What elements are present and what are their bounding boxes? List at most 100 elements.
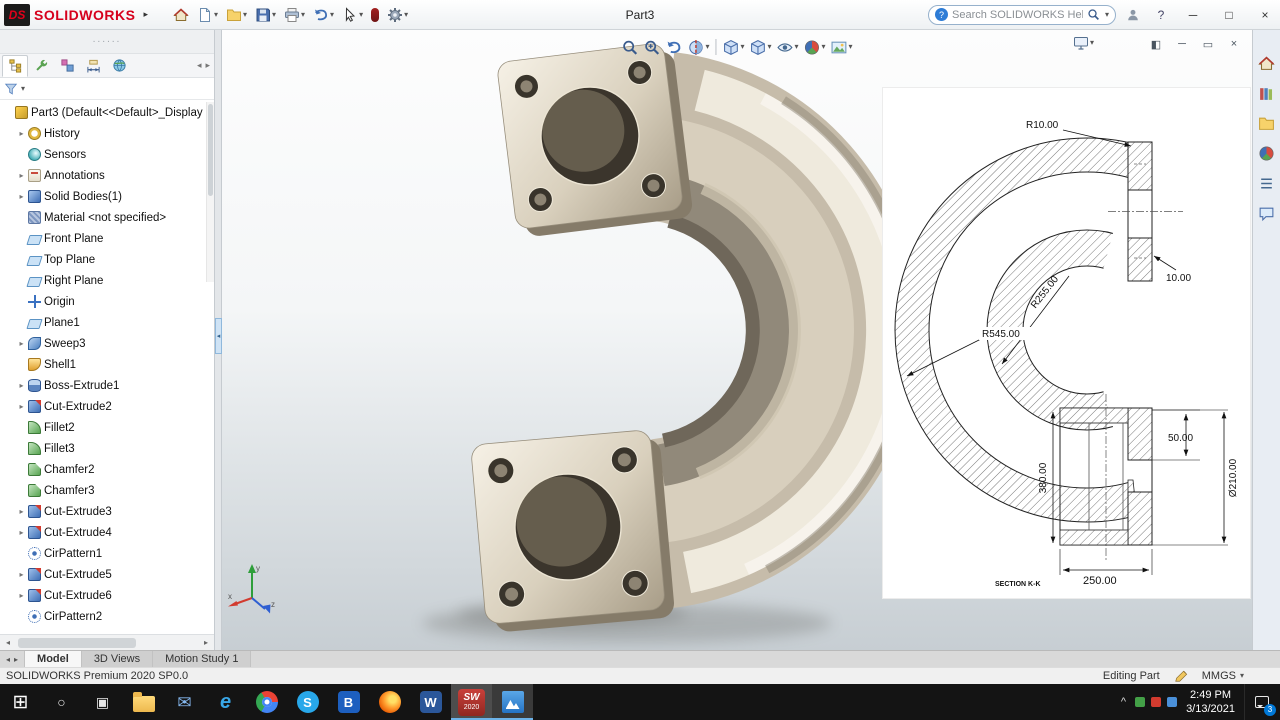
expand-arrow-icon[interactable]: ▸: [16, 591, 27, 600]
taskbar-item-start[interactable]: ⊞: [0, 684, 41, 720]
save-button[interactable]: ▾: [252, 3, 279, 27]
tree-item-history[interactable]: ▸ History: [0, 123, 214, 144]
taskbar-item-search[interactable]: ○: [41, 684, 82, 720]
macro-record-button[interactable]: [368, 3, 382, 27]
tabs-scroll-left-icon[interactable]: ◂: [6, 655, 10, 664]
antivirus-tray-icon[interactable]: [1135, 697, 1146, 707]
view-orientation-button[interactable]: ▾: [720, 35, 746, 59]
home-button[interactable]: [170, 3, 192, 27]
zoom-fit-button[interactable]: [619, 35, 640, 59]
tree-item-sweep3[interactable]: ▸ Sweep3: [0, 333, 214, 354]
custom-properties-button[interactable]: [1256, 172, 1278, 194]
graphics-area[interactable]: R10.00 10.00 R255.00 R545.00 50.00 380.0…: [222, 30, 1252, 650]
print-button[interactable]: ▾: [281, 3, 308, 27]
solidworks-logo[interactable]: DS SOLIDWORKS ▸: [4, 3, 148, 26]
taskbar-item-chrome[interactable]: [246, 684, 287, 720]
zoom-area-button[interactable]: [641, 35, 662, 59]
expand-arrow-icon[interactable]: ▸: [16, 402, 27, 411]
tree-filter-bar[interactable]: ▾: [0, 78, 214, 100]
tree-scrollbar[interactable]: [206, 102, 214, 282]
tabs-scroll-right-icon[interactable]: ▸: [14, 655, 18, 664]
resources-home-button[interactable]: [1256, 52, 1278, 74]
tree-item-plane1[interactable]: Plane1: [0, 312, 214, 333]
tab-3d-views[interactable]: 3D Views: [81, 651, 154, 667]
tree-item-annotations[interactable]: ▸ Annotations: [0, 165, 214, 186]
solidworks-agent-tray-icon[interactable]: [1151, 697, 1162, 707]
tree-scrollbar-thumb[interactable]: [208, 104, 213, 196]
taskbar-item-mail[interactable]: ✉: [164, 684, 205, 720]
expand-arrow-icon[interactable]: ▸: [16, 339, 27, 348]
menu-expand-icon[interactable]: ▸: [143, 9, 148, 20]
previous-view-button[interactable]: [663, 35, 684, 59]
select-tool-button[interactable]: ▾: [339, 3, 366, 27]
pane-left-button[interactable]: ◧: [1144, 34, 1168, 54]
units-selector[interactable]: MMGS ▾: [1202, 670, 1244, 682]
expand-arrow-icon[interactable]: ▸: [16, 171, 27, 180]
taskbar-item-word[interactable]: W: [410, 684, 451, 720]
tree-item-cut-extrude5[interactable]: ▸ Cut-Extrude5: [0, 564, 214, 585]
tree-item-chamfer2[interactable]: Chamfer2: [0, 459, 214, 480]
design-library-button[interactable]: [1256, 82, 1278, 104]
expand-arrow-icon[interactable]: ▸: [16, 570, 27, 579]
help-button[interactable]: ?: [1150, 3, 1172, 27]
tree-item-front-plane[interactable]: Front Plane: [0, 228, 214, 249]
display-tray-icon[interactable]: [1167, 697, 1178, 707]
tree-item-shell1[interactable]: Shell1: [0, 354, 214, 375]
tree-item-cirpattern2[interactable]: CirPattern2: [0, 606, 214, 627]
tray-expand-icon[interactable]: ^: [1121, 696, 1126, 708]
tree-item-part3-root[interactable]: Part3 (Default<<Default>_Display Sta: [0, 102, 214, 123]
close-button[interactable]: ×: [1250, 2, 1280, 28]
hscroll-left-icon[interactable]: ◂: [0, 638, 16, 647]
forum-button[interactable]: [1256, 202, 1278, 224]
tree-item-solid-bodies-1[interactable]: ▸ Solid Bodies(1): [0, 186, 214, 207]
taskbar-item-file-explorer[interactable]: [123, 684, 164, 720]
file-explorer-button[interactable]: [1256, 112, 1278, 134]
taskbar-item-skype[interactable]: S: [287, 684, 328, 720]
doc-close-button[interactable]: ×: [1222, 34, 1246, 54]
tree-item-fillet3[interactable]: Fillet3: [0, 438, 214, 459]
tree-item-fillet2[interactable]: Fillet2: [0, 417, 214, 438]
minimize-button[interactable]: ─: [1178, 2, 1208, 28]
maximize-button[interactable]: □: [1214, 2, 1244, 28]
taskbar-item-edge[interactable]: e: [205, 684, 246, 720]
tree-item-cut-extrude6[interactable]: ▸ Cut-Extrude6: [0, 585, 214, 606]
taskbar-item-app-b[interactable]: B: [328, 684, 369, 720]
view-settings-button[interactable]: ▾: [1073, 35, 1094, 51]
taskbar-clock[interactable]: 2:49 PM 3/13/2021: [1186, 688, 1235, 717]
tree-item-top-plane[interactable]: Top Plane: [0, 249, 214, 270]
expand-arrow-icon[interactable]: ▸: [16, 129, 27, 138]
hscroll-thumb[interactable]: [18, 637, 136, 648]
tree-item-chamfer3[interactable]: Chamfer3: [0, 480, 214, 501]
scroll-left-icon[interactable]: ◂: [197, 60, 202, 71]
annotation-pencil-icon[interactable]: [1174, 669, 1188, 683]
appearances-button[interactable]: [1256, 142, 1278, 164]
open-button[interactable]: ▾: [223, 3, 250, 27]
tab-displaymanager[interactable]: [106, 55, 132, 77]
tree-item-sensors[interactable]: Sensors: [0, 144, 214, 165]
taskbar-item-firefox[interactable]: [369, 684, 410, 720]
panel-splitter[interactable]: ◂: [215, 30, 222, 650]
tree-item-origin[interactable]: Origin: [0, 291, 214, 312]
tab-propertymanager[interactable]: [28, 55, 54, 77]
tree-item-material-not-specified[interactable]: Material <not specified>: [0, 207, 214, 228]
search-icon[interactable]: [1087, 8, 1100, 21]
taskbar-item-solidworks-2020[interactable]: SW 2020: [451, 684, 492, 720]
display-style-button[interactable]: ▾: [747, 35, 773, 59]
tree-item-boss-extrude1[interactable]: ▸ Boss-Extrude1: [0, 375, 214, 396]
hscroll-right-icon[interactable]: ▸: [198, 638, 214, 647]
tree-item-cut-extrude3[interactable]: ▸ Cut-Extrude3: [0, 501, 214, 522]
undo-button[interactable]: ▾: [310, 3, 337, 27]
scroll-right-icon[interactable]: ▸: [205, 60, 210, 71]
expand-arrow-icon[interactable]: ▸: [16, 507, 27, 516]
tree-item-right-plane[interactable]: Right Plane: [0, 270, 214, 291]
hide-show-items-button[interactable]: ▾: [775, 35, 801, 59]
doc-restore-button[interactable]: ▭: [1196, 34, 1220, 54]
expand-arrow-icon[interactable]: ▸: [16, 192, 27, 201]
expand-arrow-icon[interactable]: ▸: [16, 381, 27, 390]
user-account-button[interactable]: [1122, 3, 1144, 27]
commandmanager-handle[interactable]: ∙∙∙∙∙∙: [0, 30, 214, 54]
options-button[interactable]: ▾: [384, 3, 411, 27]
apply-scene-button[interactable]: ▾: [829, 35, 855, 59]
expand-arrow-icon[interactable]: ▸: [16, 528, 27, 537]
tab-model[interactable]: Model: [25, 651, 82, 667]
